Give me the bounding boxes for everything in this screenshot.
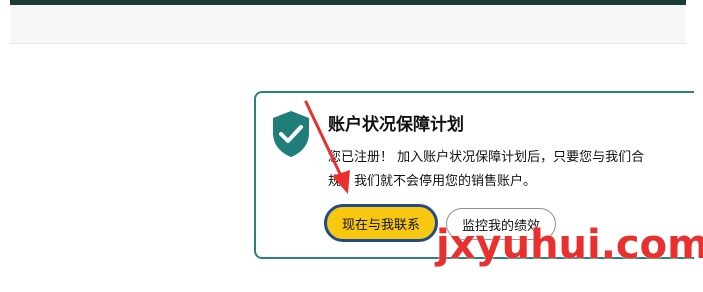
card-title: 账户状况保障计划 <box>328 115 464 135</box>
screenshot-stage: 账户状况保障计划 您已注册！ 加入账户状况保障计划后，只要您与我们合 规，我们就… <box>0 0 703 292</box>
card-description-line-2: 规，我们就不会停用您的销售账户。 <box>328 174 537 189</box>
sub-header-bar <box>10 5 686 44</box>
contact-me-now-button[interactable]: 现在与我联系 <box>324 204 438 242</box>
site-watermark: jxyuhui.com <box>436 222 703 268</box>
card-description-line-1: 您已注册！ 加入账户状况保障计划后，只要您与我们合 <box>328 150 645 165</box>
card-description: 您已注册！ 加入账户状况保障计划后，只要您与我们合 规，我们就不会停用您的销售账… <box>328 146 686 194</box>
shield-check-icon <box>273 111 309 157</box>
